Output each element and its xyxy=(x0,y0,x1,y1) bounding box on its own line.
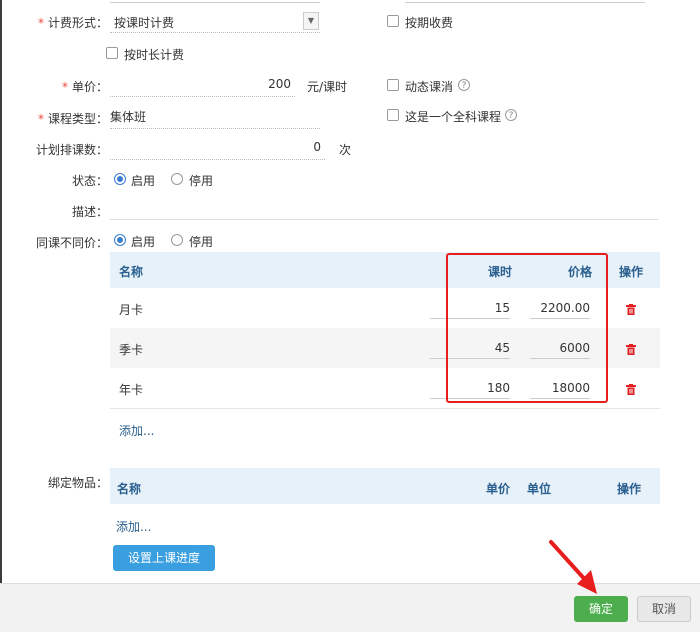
items-label: 绑定物品： xyxy=(47,476,108,490)
diffprice-on-radio[interactable] xyxy=(114,234,126,246)
highlight-box xyxy=(446,253,608,403)
full-course-label: 这是一个全科课程 xyxy=(405,110,502,124)
left-edge xyxy=(0,0,2,631)
price-value: 200 xyxy=(268,77,291,91)
trash-icon[interactable] xyxy=(626,344,636,355)
help-icon[interactable]: ? xyxy=(505,109,517,121)
top-field-left[interactable] xyxy=(110,0,320,3)
planned-label: 计划排课数： xyxy=(35,143,108,157)
add-price-link[interactable]: 添加... xyxy=(119,422,154,439)
diffprice-label: 同课不同价： xyxy=(35,236,108,250)
confirm-button[interactable]: 确定 xyxy=(574,596,628,622)
diffprice-off-label: 停用 xyxy=(189,235,214,249)
top-field-right[interactable] xyxy=(405,0,645,3)
col-action: 操作 xyxy=(617,482,642,496)
billing-select[interactable]: 按课时计费 ▼ xyxy=(110,10,320,33)
chevron-down-icon[interactable]: ▼ xyxy=(303,12,319,30)
col-unit-price: 单价 xyxy=(486,482,511,496)
by-duration-label: 按时长计费 xyxy=(124,48,185,62)
billing-value: 按课时计费 xyxy=(114,16,175,30)
status-label: 状态： xyxy=(71,174,108,188)
help-icon[interactable]: ? xyxy=(458,79,470,91)
dynamic-cancel-label: 动态课消 xyxy=(405,80,454,94)
col-unit: 单位 xyxy=(527,482,552,496)
dynamic-cancel-checkbox[interactable] xyxy=(387,79,399,91)
desc-label: 描述： xyxy=(71,205,108,219)
status-off-label: 停用 xyxy=(189,174,214,188)
set-progress-button[interactable]: 设置上课进度 xyxy=(113,545,215,571)
diffprice-off-radio[interactable] xyxy=(171,234,183,246)
arrow-annotation-icon xyxy=(549,540,597,594)
course-type-value: 集体班 xyxy=(110,110,147,124)
col-action: 操作 xyxy=(619,265,644,279)
planned-value: 0 xyxy=(313,140,321,154)
add-item-link[interactable]: 添加... xyxy=(116,518,151,535)
planned-input[interactable]: 0 xyxy=(110,137,325,160)
col-name: 名称 xyxy=(117,482,142,496)
row-name: 月卡 xyxy=(119,303,144,317)
price-label: * 单价： xyxy=(61,80,108,94)
row-name: 季卡 xyxy=(119,343,144,357)
desc-input[interactable] xyxy=(110,199,658,220)
cancel-button[interactable]: 取消 xyxy=(637,596,691,622)
price-unit: 元/课时 xyxy=(307,80,348,94)
by-duration-checkbox[interactable] xyxy=(106,47,118,59)
trash-icon[interactable] xyxy=(626,384,636,395)
billing-label: * 计费形式： xyxy=(37,16,108,30)
full-course-checkbox[interactable] xyxy=(387,109,399,121)
row-name: 年卡 xyxy=(119,383,144,397)
diffprice-on-label: 启用 xyxy=(131,235,156,249)
planned-unit: 次 xyxy=(339,143,352,157)
trash-icon[interactable] xyxy=(626,304,636,315)
items-table-header: 名称 单价 单位 操作 xyxy=(110,468,660,504)
period-billing-label: 按期收费 xyxy=(405,16,454,30)
price-input[interactable]: 200 xyxy=(110,74,295,97)
period-billing-checkbox[interactable] xyxy=(387,15,399,27)
course-type-label: * 课程类型： xyxy=(37,112,108,126)
col-name: 名称 xyxy=(119,265,144,279)
status-on-label: 启用 xyxy=(131,174,156,188)
status-on-radio[interactable] xyxy=(114,173,126,185)
status-off-radio[interactable] xyxy=(171,173,183,185)
course-type-field[interactable]: 集体班 xyxy=(110,106,320,129)
